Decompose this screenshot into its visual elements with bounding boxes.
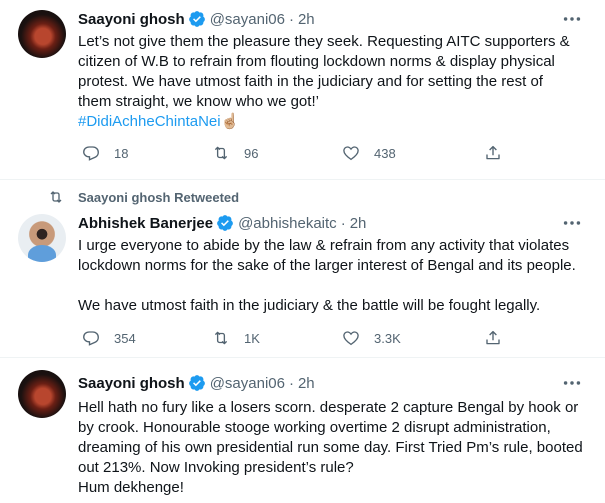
like-button[interactable]: 438	[342, 142, 396, 164]
tweet-line: citizen of W.B to refrain from flouting …	[78, 53, 555, 70]
verified-badge-icon	[188, 11, 205, 27]
tweet-actions: 18 96 438	[78, 142, 508, 164]
tweet-line: protest. We have utmost faith in the jud…	[78, 73, 543, 90]
avatar[interactable]	[18, 370, 66, 418]
reply-count: 18	[114, 145, 129, 161]
retweet-icon	[50, 191, 62, 203]
hashtag-line: #DidiAchheChintaNei☝🏼	[78, 112, 588, 132]
share-button[interactable]	[484, 142, 502, 164]
tweet-time[interactable]: 2h	[298, 375, 315, 392]
tweet-line: them straight, we know who we got!’	[78, 93, 319, 110]
verified-badge-icon	[217, 215, 233, 231]
more-icon[interactable]	[561, 212, 583, 234]
retweet-icon	[214, 146, 228, 160]
reply-icon	[83, 146, 99, 161]
like-count: 3.3K	[374, 330, 401, 346]
tweet-header: Abhishek Banerjee @abhishekaitc · 2h	[78, 213, 366, 233]
tweet-line: dreaming of his own presidential run som…	[78, 439, 583, 456]
reply-count: 354	[114, 330, 136, 346]
tweet-actions: 354 1K 3.3K	[78, 327, 508, 349]
avatar[interactable]	[18, 10, 66, 58]
tweet-time[interactable]: 2h	[350, 215, 367, 232]
share-button[interactable]	[484, 327, 502, 349]
reply-icon	[83, 331, 99, 346]
author-handle[interactable]: @abhishekaitc	[238, 215, 337, 232]
retweet-button[interactable]: 1K	[212, 327, 260, 349]
reply-button[interactable]: 18	[82, 142, 128, 164]
like-icon	[343, 146, 359, 161]
tweet-text: I urge everyone to abide by the law & re…	[78, 236, 588, 316]
more-icon[interactable]	[561, 372, 583, 394]
like-button[interactable]: 3.3K	[342, 327, 401, 349]
verified-badge-icon	[188, 375, 205, 391]
tweet-time[interactable]: 2h	[298, 11, 315, 28]
separator-dot: ·	[288, 374, 294, 392]
like-icon	[343, 331, 359, 346]
author-name[interactable]: Abhishek Banerjee	[78, 215, 213, 232]
pointing-up-emoji: ☝🏼	[220, 113, 240, 130]
more-icon[interactable]	[561, 8, 583, 30]
separator-dot: ·	[288, 10, 294, 28]
like-count: 438	[374, 145, 396, 161]
tweet-line: We have utmost faith in the judiciary & …	[78, 297, 541, 314]
tweet-line: by crook. Honourable stooge working over…	[78, 419, 551, 436]
avatar[interactable]	[18, 214, 66, 262]
tweet-line: out 213%. Now Invoking president’s rule?	[78, 459, 354, 476]
tweet-line: lockdown norms for the sake of the large…	[78, 257, 576, 274]
author-name[interactable]: Saayoni ghosh	[78, 375, 185, 392]
retweet-icon	[214, 331, 228, 345]
reply-button[interactable]: 354	[82, 327, 136, 349]
tweet[interactable]: Saayoni ghosh @sayani06 · 2h Let’s not g…	[0, 0, 605, 180]
tweet-line: Let’s not give them the pleasure they se…	[78, 33, 570, 50]
retweet-button[interactable]: 96	[212, 142, 258, 164]
tweet-header: Saayoni ghosh @sayani06 · 2h	[78, 373, 315, 393]
retweet-count: 1K	[244, 330, 260, 346]
separator-dot: ·	[340, 214, 346, 232]
retweeted-indicator: Saayoni ghosh Retweeted	[48, 188, 239, 206]
tweet-line: Hell hath no fury like a losers scorn. d…	[78, 399, 579, 416]
share-icon	[486, 330, 500, 345]
hashtag-link[interactable]: #DidiAchheChintaNei	[78, 113, 221, 130]
retweet-count: 96	[244, 145, 259, 161]
tweet-line: Hum dekhenge!	[78, 479, 184, 496]
tweet-text: Let’s not give them the pleasure they se…	[78, 32, 588, 132]
tweet-line: I urge everyone to abide by the law & re…	[78, 237, 570, 254]
author-name[interactable]: Saayoni ghosh	[78, 11, 185, 28]
author-handle[interactable]: @sayani06	[210, 11, 285, 28]
tweet-header: Saayoni ghosh @sayani06 · 2h	[78, 9, 315, 29]
retweeted-by-label[interactable]: Saayoni ghosh Retweeted	[78, 190, 239, 205]
tweet[interactable]: Saayoni ghosh @sayani06 · 2h Hell hath n…	[0, 358, 605, 503]
tweet-text: Hell hath no fury like a losers scorn. d…	[78, 398, 588, 498]
author-handle[interactable]: @sayani06	[210, 375, 285, 392]
share-icon	[486, 145, 500, 160]
tweet[interactable]: Saayoni ghosh Retweeted Abhishek Banerje…	[0, 180, 605, 358]
